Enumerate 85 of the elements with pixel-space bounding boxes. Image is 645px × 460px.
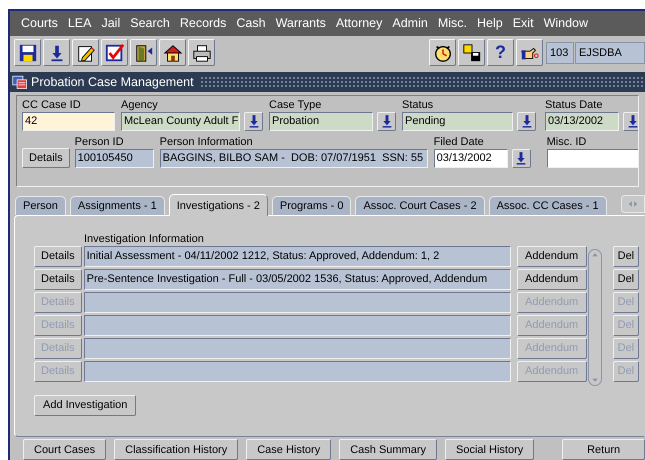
door-exit-button[interactable] [130,39,157,66]
list-button[interactable] [512,148,531,168]
list-button[interactable] [377,112,396,131]
tab[interactable]: Assignments - 1 [70,196,165,215]
menu-item[interactable]: Exit [508,16,539,30]
text-field[interactable]: 03/13/2002 [545,112,619,131]
pointing-hand-button[interactable] [516,39,543,66]
investigation-field[interactable]: Pre-Sentence Investigation - Full - 03/05/2002 1536, Status: Approved, Addendum [84,268,511,290]
menu-item[interactable]: Jail [96,16,126,30]
tab[interactable]: Assoc. Court Cases - 2 [355,196,485,215]
house-icon [162,42,182,63]
scroll-bar[interactable] [588,248,602,386]
floppy-switch-button[interactable] [458,39,485,66]
tab[interactable]: Person [15,196,66,215]
tab[interactable]: Programs - 0 [272,196,352,215]
window-app-icon [12,74,28,90]
investigation-field[interactable]: Initial Assessment - 04/11/2002 1212, Status: Approved, Addendum: 1, 2 [84,246,511,267]
menu-item[interactable]: Misc. [432,16,472,30]
text-field[interactable]: 100105450 [74,148,154,168]
checkbox-button[interactable] [101,39,128,66]
details-button[interactable]: Details [22,148,70,168]
tab[interactable]: Investigations - 2 [168,194,268,216]
investigation-field[interactable] [84,292,511,313]
window-title: Probation Case Management [30,74,195,89]
pencil-paper-button[interactable] [72,39,99,66]
session-code: 103 [546,42,574,64]
menu-item[interactable]: Warrants [270,16,331,30]
tab[interactable]: Assoc. CC Cases - 1 [488,196,607,215]
menu-item[interactable]: Attorney [330,16,388,30]
addendum-button[interactable]: Addendum [516,246,587,267]
menu-item[interactable]: Window [538,16,594,30]
footer-button[interactable]: Social History [445,439,534,460]
door-exit-icon [134,42,154,63]
footer-button[interactable]: Court Cases [23,439,106,460]
details-button[interactable]: Details [34,246,82,267]
save-button[interactable] [14,39,41,66]
text-field[interactable]: 42 [22,112,115,131]
menu-item[interactable]: Cash [231,16,271,30]
clock-button[interactable] [429,39,456,66]
field-label: Filed Date [434,134,485,149]
field-label: Case Type [269,98,322,112]
footer-button[interactable]: Classification History [114,439,238,460]
field-label: Status Date [545,98,604,112]
text-field[interactable]: McLean County Adult F [121,112,240,131]
text-field[interactable]: Probation [269,112,373,131]
menu-item[interactable]: Search [125,16,175,30]
list-button[interactable] [623,112,638,131]
download-arrow-button[interactable] [43,39,70,66]
footer-button[interactable]: Return [562,439,645,460]
menu-item[interactable]: Help [472,16,508,30]
menu-item[interactable]: Admin [387,16,433,30]
checkbox-icon [104,42,124,63]
save-icon [18,42,38,63]
field-label: Status [402,98,434,112]
text-field[interactable]: Pending [402,112,513,131]
help-button[interactable]: ? [487,39,514,66]
floppy-switch-icon [462,42,482,63]
field-label: Person ID [74,134,125,149]
house-button[interactable] [159,39,186,66]
text-field[interactable] [546,148,638,168]
menu-item[interactable]: Courts [16,16,63,30]
investigation-field[interactable] [84,314,511,336]
addendum-button[interactable]: Addendum [516,268,587,290]
user-name: EJSDBA [575,42,645,64]
field-label: CC Case ID [22,98,82,112]
field-label: Misc. ID [546,134,588,149]
field-label: Agency [121,98,159,112]
section-heading: Investigation Information [84,232,204,246]
investigation-field[interactable] [84,360,511,382]
list-button[interactable] [244,112,263,131]
field-label: Person Information [160,134,254,149]
printer-icon [192,42,212,63]
delete-button[interactable]: Del [612,246,640,267]
menu-item[interactable]: LEA [62,16,96,30]
delete-button[interactable]: Del [612,268,640,290]
add-investigation-button[interactable]: Add Investigation [34,394,136,416]
printer-button[interactable] [188,39,215,66]
investigation-field[interactable] [84,338,511,359]
list-button[interactable] [517,112,536,131]
footer-button[interactable]: Cash Summary [339,439,437,460]
menu-item[interactable]: Records [174,16,232,30]
footer-button[interactable]: Case History [246,439,332,460]
text-field[interactable]: BAGGINS, BILBO SAM - DOB: 07/07/1951 SSN: 55 [160,148,428,168]
details-button[interactable]: Details [34,268,82,290]
text-field[interactable]: 03/13/2002 [434,148,508,168]
